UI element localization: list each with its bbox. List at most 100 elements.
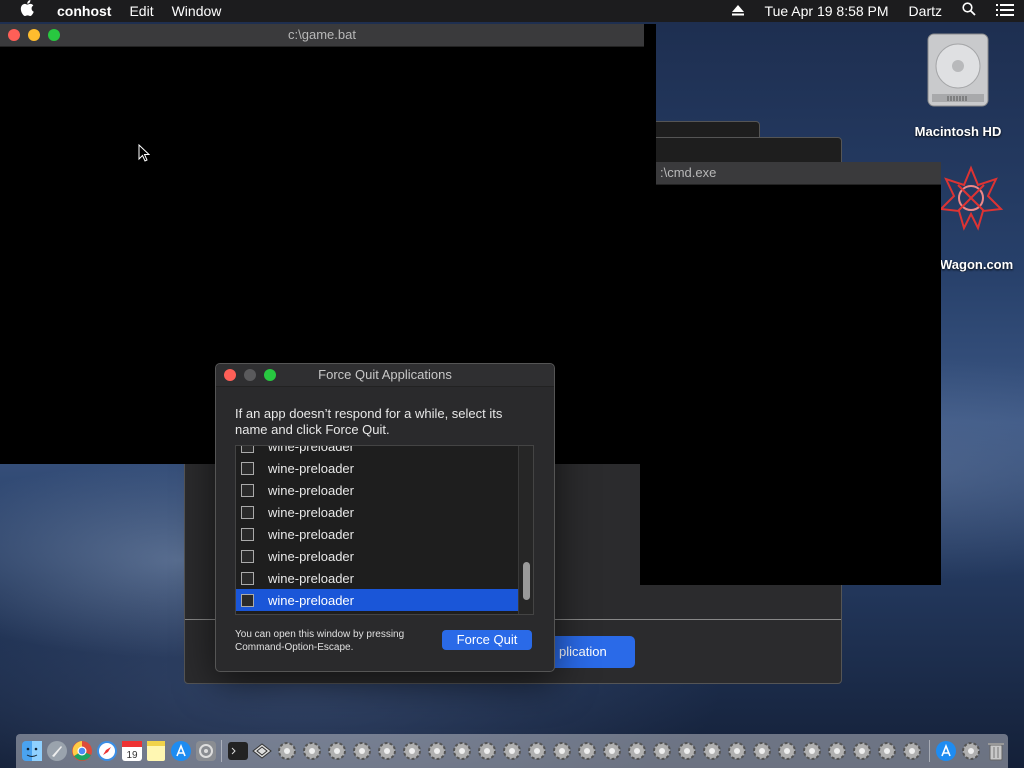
gear-icon[interactable] [425, 739, 449, 763]
gear-icon[interactable] [600, 739, 624, 763]
menu-edit[interactable]: Edit [120, 0, 162, 22]
downloads-app-store-icon[interactable] [934, 739, 958, 763]
list-item[interactable]: wine-preloader [236, 457, 518, 479]
app-icon [241, 446, 254, 453]
gear-icon[interactable] [850, 739, 874, 763]
gear-icon[interactable] [400, 739, 424, 763]
app-store-icon[interactable] [169, 739, 193, 763]
dock-separator [219, 739, 225, 763]
list-item[interactable]: wine-preloader [236, 567, 518, 589]
app-icon [241, 527, 254, 541]
gear-icon[interactable] [625, 739, 649, 763]
scrollbar-thumb[interactable] [523, 562, 530, 600]
menu-bar: conhost Edit Window Tue Apr 19 8:58 PM D… [0, 0, 1024, 22]
desktop-icon-label: Macintosh HD [914, 124, 1002, 139]
app-name: wine-preloader [268, 526, 354, 542]
gear-icon[interactable] [900, 739, 924, 763]
zoom-button[interactable] [48, 29, 60, 41]
app-name: wine-preloader [268, 460, 354, 476]
gear-icon[interactable] [275, 739, 299, 763]
list-item[interactable]: wine-preloader [236, 501, 518, 523]
gear-icon[interactable] [575, 739, 599, 763]
calendar-day: 19 [126, 750, 138, 761]
app-icon [241, 571, 254, 585]
gear-icon[interactable] [800, 739, 824, 763]
menu-window[interactable]: Window [163, 0, 231, 22]
gear-icon[interactable] [675, 739, 699, 763]
gear-icon[interactable] [725, 739, 749, 763]
gear-icon[interactable] [825, 739, 849, 763]
wine-icon[interactable] [250, 739, 274, 763]
gear-icon[interactable] [525, 739, 549, 763]
apple-menu-icon[interactable] [0, 0, 48, 22]
app-icon [241, 461, 254, 475]
app-icon [241, 483, 254, 497]
gear-icon[interactable] [325, 739, 349, 763]
gear-icon[interactable] [650, 739, 674, 763]
force-quit-button[interactable]: Force Quit [442, 630, 532, 650]
gear-icon[interactable] [475, 739, 499, 763]
gear-icon[interactable] [375, 739, 399, 763]
gear-icon[interactable] [875, 739, 899, 763]
list-item[interactable]: wine-preloader [236, 523, 518, 545]
app-icon [241, 593, 254, 607]
list-item-selected[interactable]: wine-preloader [236, 589, 518, 611]
safari-icon[interactable] [95, 739, 119, 763]
gear-icon[interactable] [775, 739, 799, 763]
trash-icon[interactable] [984, 739, 1008, 763]
mouse-cursor-icon [138, 143, 151, 167]
desktop-icon-macintosh-hd[interactable]: Macintosh HD [910, 32, 1006, 139]
app-menu-conhost[interactable]: conhost [48, 0, 120, 22]
terminal-icon[interactable] [226, 739, 250, 763]
gear-icon[interactable] [350, 739, 374, 763]
app-name: wine-preloader [268, 445, 354, 454]
chrome-icon[interactable] [70, 739, 94, 763]
partial-primary-button[interactable]: plication [545, 636, 635, 668]
system-preferences-icon[interactable] [194, 739, 218, 763]
dialog-title: Force Quit Applications [318, 367, 452, 382]
gear-icon-group [275, 739, 925, 763]
close-button[interactable] [224, 369, 236, 381]
cmd-window-titlebar[interactable]: :\cmd.exe [640, 162, 941, 185]
app-list[interactable]: wine-preloader wine-preloader wine-prelo… [235, 445, 534, 615]
gear-icon[interactable] [300, 739, 324, 763]
minimize-button[interactable] [28, 29, 40, 41]
list-item[interactable]: wine-preloader [236, 479, 518, 501]
dock-separator [925, 739, 933, 763]
close-button[interactable] [8, 29, 20, 41]
clock[interactable]: Tue Apr 19 8:58 PM [755, 0, 899, 22]
cmd-window[interactable]: :\cmd.exe [640, 162, 941, 585]
eject-icon[interactable] [721, 0, 755, 22]
gear-icon[interactable] [750, 739, 774, 763]
force-quit-titlebar[interactable]: Force Quit Applications [216, 364, 554, 387]
calendar-icon[interactable]: 19 [120, 739, 144, 763]
gear-icon[interactable] [500, 739, 524, 763]
list-item[interactable]: wine-preloader [236, 545, 518, 567]
app-name: wine-preloader [268, 504, 354, 520]
game-window-titlebar[interactable]: c:\game.bat [0, 24, 644, 47]
finder-icon[interactable] [21, 739, 45, 763]
list-item[interactable]: wine-preloader [236, 445, 518, 457]
notification-center-icon[interactable] [986, 0, 1024, 22]
window-title: c:\game.bat [288, 27, 356, 42]
force-quit-dialog[interactable]: Force Quit Applications If an app doesn’… [215, 363, 555, 672]
gear-icon[interactable] [450, 739, 474, 763]
desktop-icon-wagon[interactable]: Wagon.com [930, 165, 1024, 272]
shortcut-hint: You can open this window by pressing Com… [235, 629, 405, 653]
gear-icon[interactable] [700, 739, 724, 763]
user-menu[interactable]: Dartz [899, 0, 952, 22]
app-name: wine-preloader [268, 548, 354, 564]
launchpad-icon[interactable] [45, 739, 69, 763]
spotlight-search-icon[interactable] [952, 0, 986, 22]
hard-drive-icon [922, 32, 994, 108]
window-title: :\cmd.exe [660, 165, 717, 180]
gear-icon[interactable] [959, 739, 983, 763]
gear-icon[interactable] [550, 739, 574, 763]
scrollbar[interactable] [518, 446, 533, 614]
minimize-button [244, 369, 256, 381]
instruction-text: If an app doesn’t respond for a while, s… [235, 406, 503, 437]
notes-icon[interactable] [144, 739, 168, 763]
zoom-button[interactable] [264, 369, 276, 381]
snowflake-icon [938, 165, 1004, 231]
app-icon [241, 505, 254, 519]
